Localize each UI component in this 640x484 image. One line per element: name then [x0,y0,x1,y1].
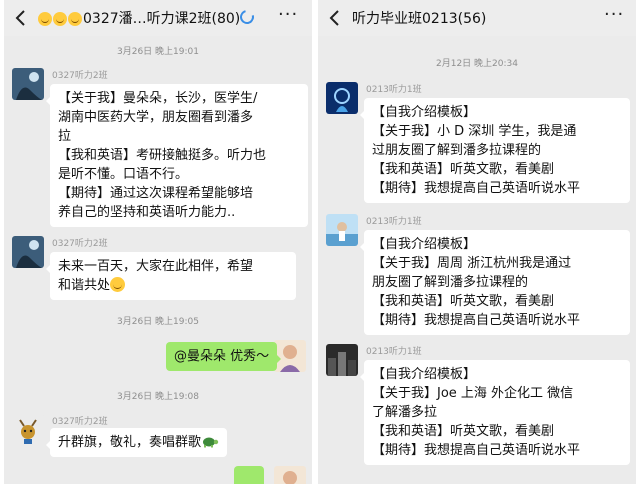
message-line: 未来一百天，大家在此相伴，希望 [58,259,254,274]
message-line: 【关于我】曼朵朵，长沙，医学生/ [58,91,258,106]
turtle-icon [203,437,219,448]
message-text: 和谐共处 [58,278,111,293]
chat-title: 0327潘…听力课2班(80) [38,8,240,28]
smiling-face-icon [110,277,126,292]
message-line: 升群旗，敬礼，奏唱群歌 [58,433,219,452]
self-message-bubble[interactable]: @曼朵朵 优秀～ [166,342,282,371]
message-line: 【关于我】小 D 深圳 学生，我是通 [372,124,577,139]
more-dots-icon[interactable]: ··· [604,4,624,25]
timestamp: 3月26日 晚上19:05 [117,317,199,327]
avatar[interactable] [326,82,358,114]
message-line: 湖南中医药大学，朋友圈看到潘多 [58,110,254,125]
message-line: 【期待】我想提高自己英语听说水平 [372,443,581,458]
message-line: 【自我介绍模板】 [372,367,477,382]
message-line: 【期待】我想提高自己英语听说水平 [372,181,581,196]
message-line: 是听不懂。口语不行。 [58,167,189,182]
smiling-face-icon [68,12,82,26]
message-line: 拉 [58,129,72,144]
message-line: @曼朵朵 优秀～ [174,349,270,364]
avatar[interactable] [12,414,44,446]
avatar[interactable] [326,344,358,376]
chat-title-text: 0327潘…听力课2班(80) [83,11,241,27]
timestamp: 3月26日 晚上19:08 [117,392,199,402]
right-chat-window: 听力毕业班0213(56) ··· 2月12日 晚上20:34 0213听力1班… [318,0,636,484]
message-line: 朋友圈了解到潘多拉课程的 [372,275,529,290]
avatar[interactable] [12,68,44,100]
message-line: 和谐共处 [58,276,288,295]
left-title-bar: 0327潘…听力课2班(80) ··· [4,0,312,36]
message-line: 【期待】我想提高自己英语听说水平 [372,313,581,328]
message-bubble[interactable]: 【自我介绍模板】 【关于我】小 D 深圳 学生，我是通 过朋友圈了解到潘多拉课程… [360,98,630,203]
more-dots-icon[interactable]: ··· [278,4,298,25]
message-bubble[interactable]: 【自我介绍模板】 【关于我】Joe 上海 外企化工 微信 了解潘多拉 【我和英语… [360,360,630,465]
message-line: 【关于我】Joe 上海 外企化工 微信 [372,386,574,401]
message-line: 【我和英语】听英文歌，看美剧 [372,294,555,309]
self-message-bubble[interactable] [234,466,264,484]
timestamp: 3月26日 晚上19:01 [117,47,199,57]
timestamp: 2月12日 晚上20:34 [436,59,518,69]
sender-name: 0213听力1班 [366,347,422,357]
self-avatar[interactable] [274,466,306,484]
back-chevron-icon[interactable] [328,9,342,27]
message-line: 养自己的坚持和英语听力能力.. [58,205,236,220]
message-line: 【自我介绍模板】 [372,105,477,120]
chat-title: 听力毕业班0213(56) [352,11,487,27]
right-title-bar: 听力毕业班0213(56) ··· [318,0,636,36]
refresh-spinner-icon [237,7,257,27]
sender-name: 0327听力2班 [52,417,108,427]
sender-name: 0213听力1班 [366,85,422,95]
message-line: 【自我介绍模板】 [372,237,477,252]
message-bubble[interactable]: 【关于我】曼朵朵，长沙，医学生/ 湖南中医药大学，朋友圈看到潘多 拉 【我和英语… [46,84,308,227]
sender-name: 0327听力2班 [52,71,108,81]
message-line: 了解潘多拉 [372,405,438,420]
left-chat-window: 0327潘…听力课2班(80) ··· 3月26日 晚上19:01 0327听力… [4,0,312,484]
message-line: 【我和英语】听英文歌，看美剧 [372,162,555,177]
message-text: 升群旗，敬礼，奏唱群歌 [58,435,202,450]
avatar[interactable] [12,236,44,268]
smiling-face-icon [38,12,52,26]
message-bubble[interactable]: 未来一百天，大家在此相伴，希望 和谐共处 [46,252,296,300]
message-line: 【期待】通过这次课程希望能够培 [58,186,254,201]
message-line: 过朋友圈了解到潘多拉课程的 [372,143,542,158]
message-line: 【我和英语】考研接触挺多。听力也 [58,148,267,163]
sender-name: 0327听力2班 [52,239,108,249]
back-chevron-icon[interactable] [14,9,28,27]
message-bubble[interactable]: 【自我介绍模板】 【关于我】周周 浙江杭州我是通过 朋友圈了解到潘多拉课程的 【… [360,230,630,335]
message-bubble[interactable]: 升群旗，敬礼，奏唱群歌 [45,428,228,457]
sender-name: 0213听力1班 [366,217,422,227]
message-line: 【关于我】周周 浙江杭州我是通过 [372,256,572,271]
message-line: 【我和英语】听英文歌，看美剧 [372,424,555,439]
smiling-face-icon [53,12,67,26]
avatar[interactable] [326,214,358,246]
